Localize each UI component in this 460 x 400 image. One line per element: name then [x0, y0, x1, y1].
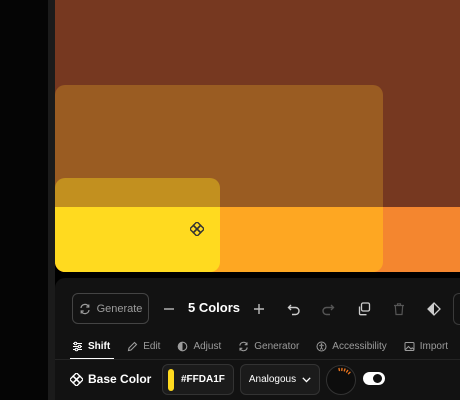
plus-icon: [254, 304, 264, 314]
chevron-down-icon: [302, 376, 311, 383]
contrast-toggle-button[interactable]: [423, 298, 445, 320]
tab-adjust-label: Adjust: [193, 340, 222, 352]
move-icon[interactable]: [190, 222, 204, 236]
palette-canvas: [55, 0, 460, 272]
hue-dial[interactable]: [325, 364, 357, 396]
contrast-diamond-icon: [427, 302, 441, 316]
trash-icon: [394, 303, 404, 316]
move-icon: [70, 372, 83, 386]
harmony-mode-value: Analogous: [248, 374, 297, 385]
base-color-row: Base Color #FFDA1F Analogous: [70, 364, 460, 396]
toggle-knob: [373, 374, 382, 383]
tab-bar: Shift Edit Adjust Generator Accessibilit…: [69, 336, 460, 360]
redo-button[interactable]: [317, 298, 339, 320]
image-icon: [404, 341, 415, 352]
tabs-divider: [55, 359, 460, 360]
hex-input[interactable]: #FFDA1F: [162, 364, 234, 395]
undo-button[interactable]: [283, 298, 305, 320]
tab-accessibility[interactable]: Accessibility: [316, 336, 387, 356]
tab-generator-label: Generator: [254, 340, 300, 352]
harmony-mode-select[interactable]: Analogous: [240, 364, 320, 395]
tab-import-label: Import: [419, 340, 449, 352]
palette-layer-1[interactable]: [55, 207, 220, 272]
refresh-icon: [238, 341, 249, 352]
undo-icon: [287, 304, 300, 316]
tab-generator[interactable]: Generator: [238, 336, 299, 356]
tab-shift[interactable]: Shift: [69, 336, 115, 360]
base-color-heading: Base Color: [70, 372, 151, 386]
tab-accessibility-label: Accessibility: [332, 340, 387, 352]
rail-divider: [48, 0, 55, 400]
minus-icon: [164, 308, 174, 310]
base-color-label: Base Color: [88, 372, 152, 386]
minus-button[interactable]: [158, 298, 180, 320]
copy-button[interactable]: [353, 298, 375, 320]
redo-icon: [322, 304, 335, 316]
hex-value: #FFDA1F: [181, 374, 225, 385]
color-swatch[interactable]: [168, 368, 174, 391]
tab-shift-label: Shift: [88, 340, 111, 352]
refresh-icon: [79, 303, 91, 315]
tab-import[interactable]: Import: [404, 336, 448, 356]
tab-edit[interactable]: Edit: [127, 336, 160, 356]
toggle-switch[interactable]: [363, 372, 385, 385]
generate-button[interactable]: Generate: [72, 293, 149, 324]
left-rail: [0, 0, 48, 400]
palette-layer-3[interactable]: [55, 178, 220, 207]
control-panel: Generate 5 Colors Shift Edit Adjust Gene…: [55, 278, 460, 400]
copy-icon: [358, 302, 371, 316]
plus-button[interactable]: [248, 298, 270, 320]
accessibility-icon: [316, 341, 327, 352]
contrast-icon: [177, 341, 188, 352]
color-count: 5 Colors: [187, 300, 240, 315]
tab-adjust[interactable]: Adjust: [177, 336, 221, 356]
tab-edit-label: Edit: [143, 340, 161, 352]
pencil-icon: [127, 341, 138, 352]
delete-button[interactable]: [388, 298, 410, 320]
sliders-icon: [72, 341, 83, 352]
generate-label: Generate: [96, 302, 143, 315]
more-button[interactable]: [453, 293, 460, 325]
